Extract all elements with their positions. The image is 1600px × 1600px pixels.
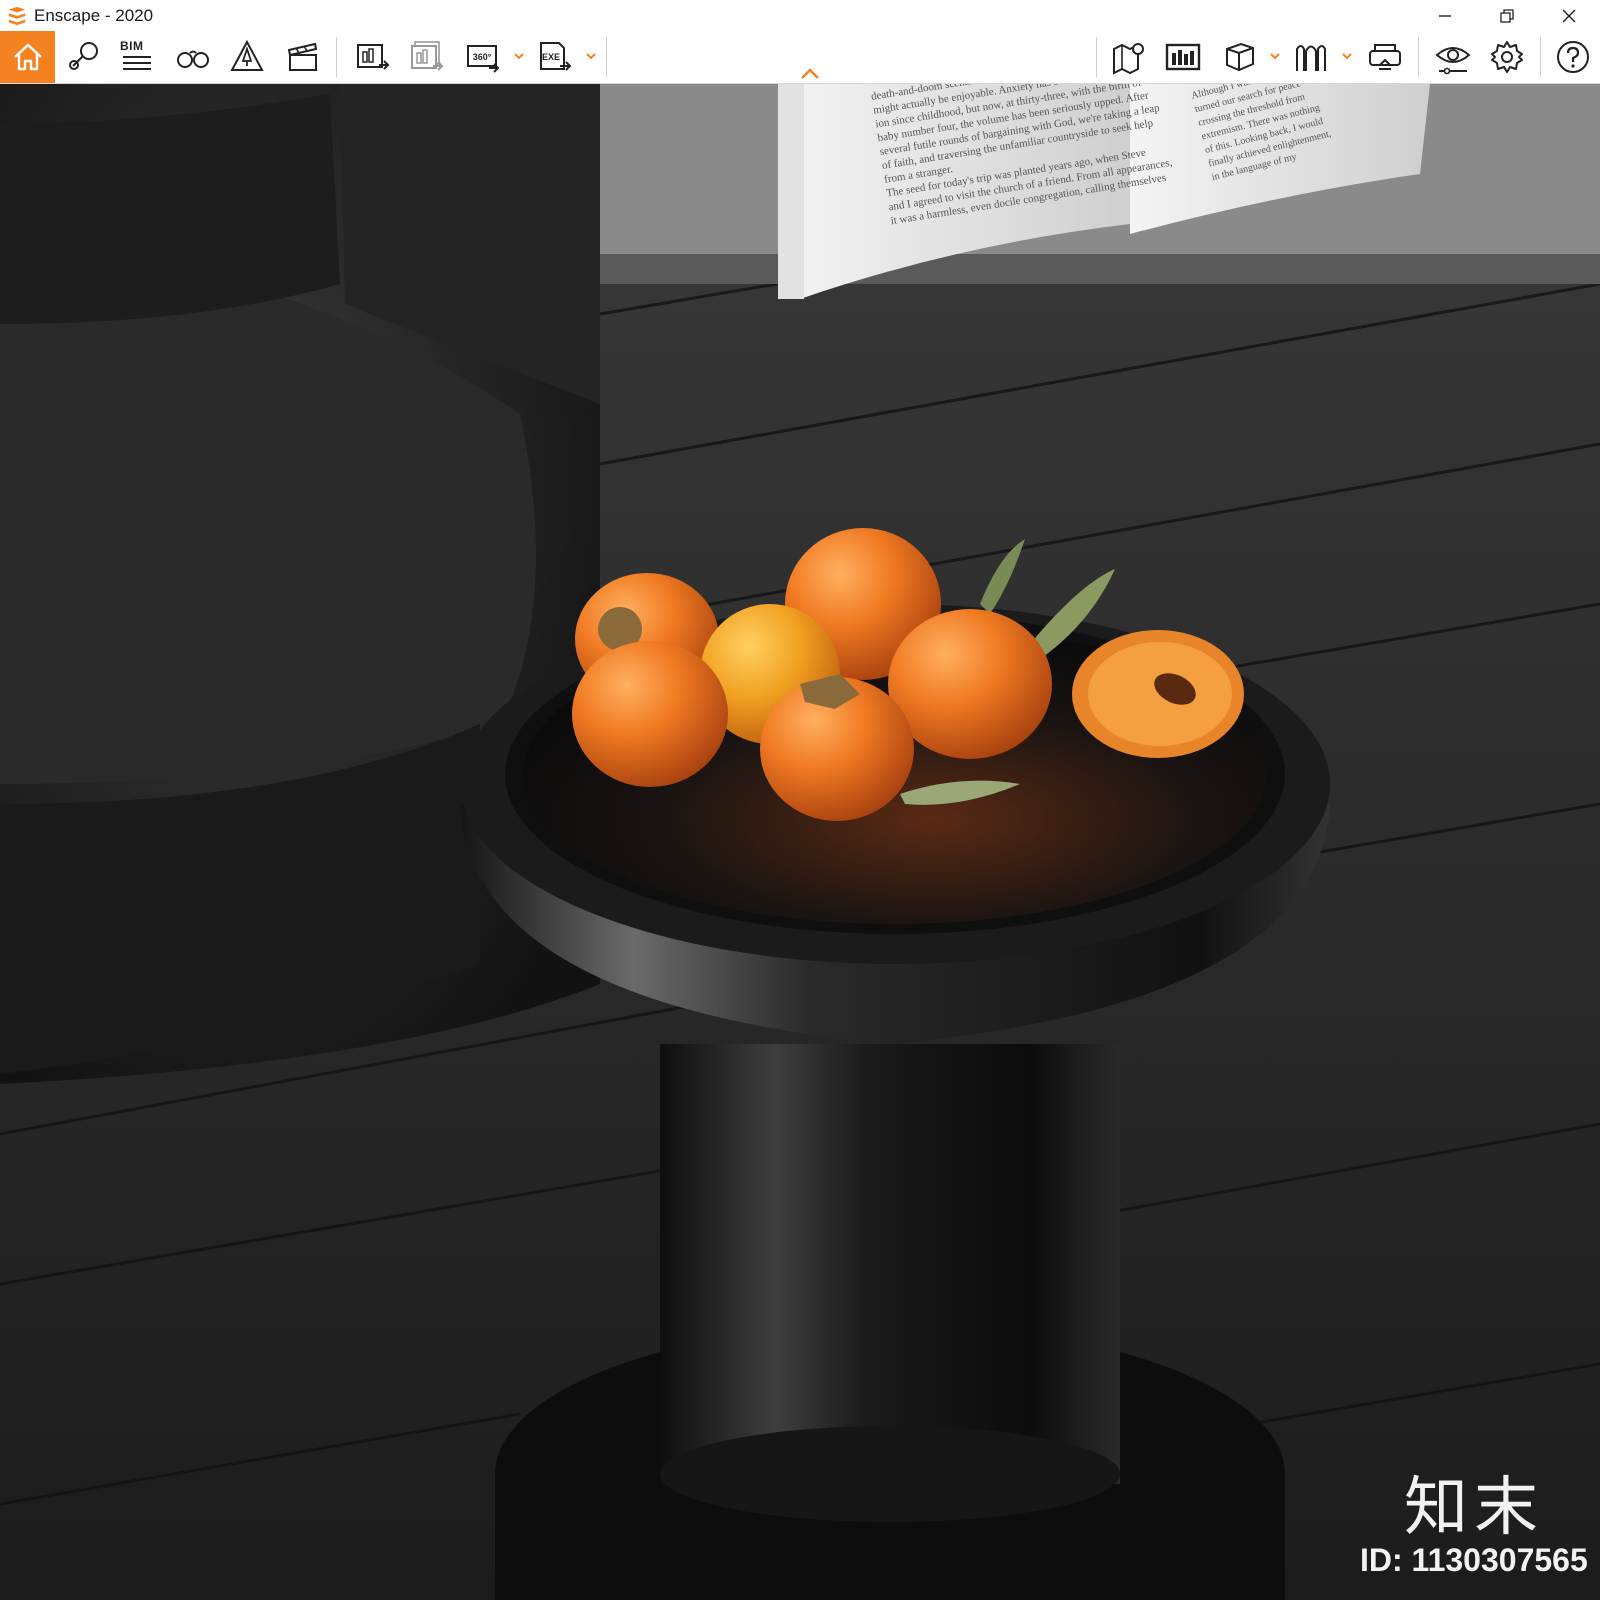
export-exe-icon: EXE <box>540 42 572 71</box>
toolbar-separator <box>1418 37 1419 77</box>
restore-button[interactable] <box>1476 0 1538 31</box>
binoculars-button[interactable] <box>168 33 218 81</box>
visual-settings-icon <box>1435 47 1471 75</box>
asset-library-icon <box>1296 45 1326 71</box>
window-controls <box>1414 0 1600 31</box>
360-panorama-icon: 360° <box>467 45 500 73</box>
view-management-button[interactable] <box>1158 33 1208 81</box>
video-editor-button[interactable] <box>278 33 328 81</box>
home-button[interactable] <box>0 31 55 83</box>
close-icon <box>1562 9 1576 22</box>
bim-label: BIM <box>120 39 144 53</box>
settings-button[interactable] <box>1482 33 1532 81</box>
title-bar: Enscape - 2020 <box>0 0 1600 31</box>
render-screenshot-button[interactable] <box>348 33 398 81</box>
cube-icon <box>1226 42 1254 72</box>
restore-icon <box>1500 8 1514 23</box>
vr-headset-button[interactable] <box>1360 33 1410 81</box>
chevron-down-icon[interactable] <box>584 49 598 63</box>
vr-headset-icon <box>1369 44 1401 70</box>
enscape-logo-icon <box>8 6 26 25</box>
svg-text:EXE: EXE <box>542 52 560 62</box>
site-context-button[interactable] <box>1104 33 1154 81</box>
toolbar-separator <box>1540 37 1541 77</box>
home-icon <box>13 43 42 71</box>
views-button[interactable] <box>58 33 108 81</box>
binoculars-icon <box>177 50 209 68</box>
location-pin-icon <box>69 42 98 70</box>
toolbar-separator <box>1096 37 1097 77</box>
chevron-down-icon[interactable] <box>512 49 526 63</box>
collapse-toolbar-icon[interactable] <box>799 67 821 81</box>
toolbar-separator <box>336 37 337 77</box>
minimize-icon <box>1439 14 1451 17</box>
svg-text:360°: 360° <box>473 52 492 62</box>
batch-render-button[interactable] <box>402 33 452 81</box>
export-exe-button[interactable]: EXE <box>530 33 580 81</box>
render-viewport[interactable]: death-and-doom scenarios clogging my mig… <box>0 84 1600 1600</box>
gear-icon <box>1491 41 1523 73</box>
help-icon <box>1557 41 1589 73</box>
clapperboard-icon <box>287 42 318 71</box>
panorama-button[interactable]: 360° <box>458 33 508 81</box>
main-toolbar: BIM 360° EXE <box>0 31 1600 84</box>
toolbar-separator <box>606 37 607 77</box>
artificial-light-icon <box>230 39 264 71</box>
visual-settings-button[interactable] <box>1428 33 1478 81</box>
object-button[interactable] <box>1214 33 1264 81</box>
close-button[interactable] <box>1538 0 1600 31</box>
asset-id-label: ID: 1130307565 <box>1360 1542 1588 1578</box>
batch-render-icon <box>411 41 444 71</box>
brand-logo: 知末 <box>1404 1471 1544 1545</box>
asset-library-button[interactable] <box>1286 33 1336 81</box>
artificial-light-button[interactable] <box>222 33 272 81</box>
render-screenshot-icon <box>357 44 390 70</box>
window-title: Enscape - 2020 <box>34 5 154 25</box>
map-pin-icon <box>1113 43 1144 75</box>
chevron-down-icon[interactable] <box>1268 49 1282 63</box>
help-button[interactable] <box>1548 33 1598 81</box>
chevron-down-icon[interactable] <box>1340 49 1354 63</box>
view-management-icon <box>1165 43 1201 71</box>
minimize-button[interactable] <box>1414 0 1476 31</box>
scene-render <box>0 84 1600 1600</box>
